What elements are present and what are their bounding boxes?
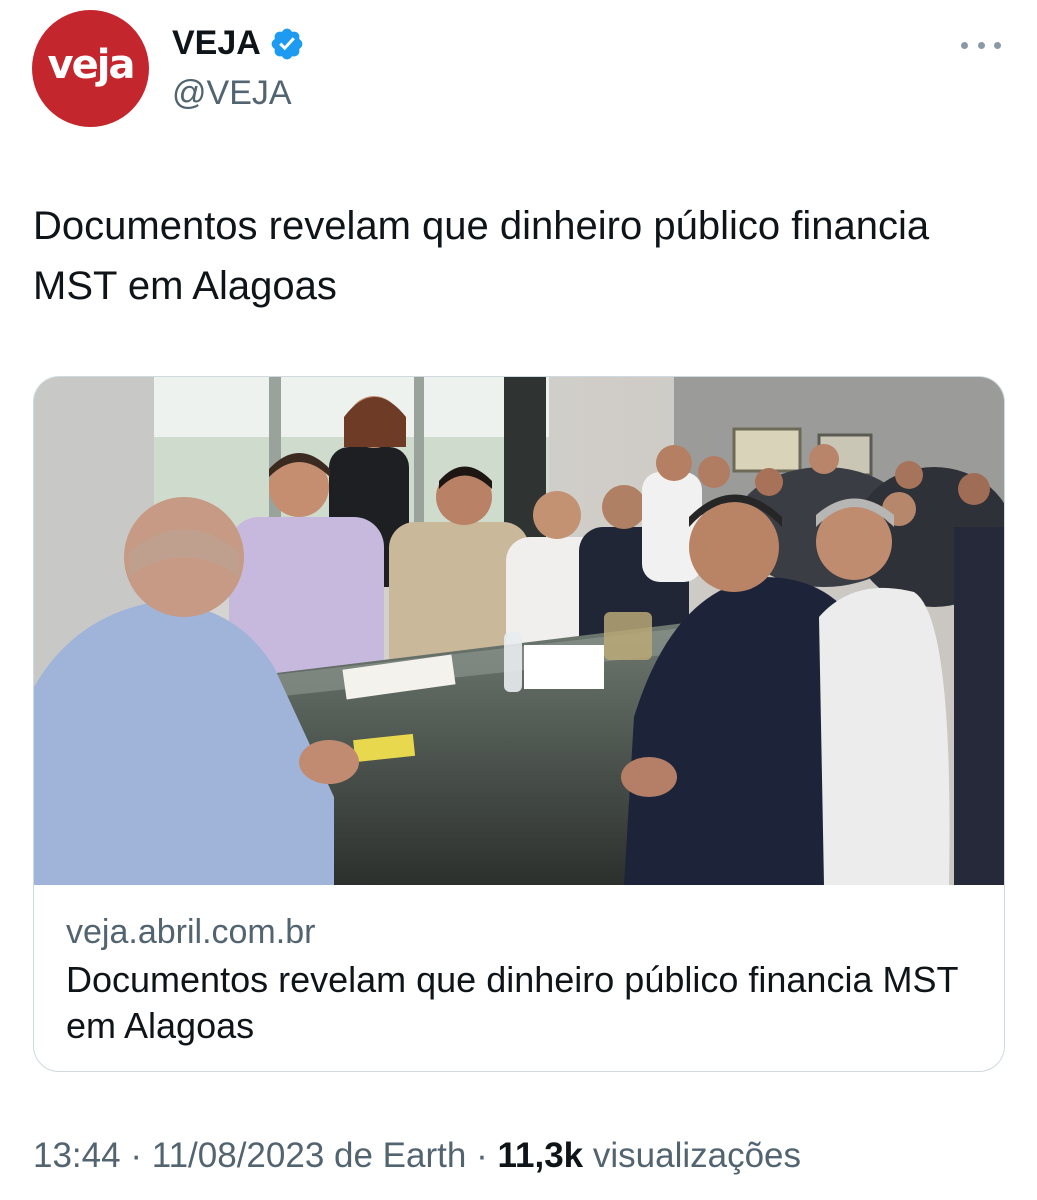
link-card[interactable]: veja.abril.com.br Documentos revelam que…	[33, 376, 1005, 1072]
tweet-meta: 13:44 · 11/08/2023 de Earth · 11,3k visu…	[33, 1136, 801, 1176]
card-domain: veja.abril.com.br	[66, 913, 316, 951]
card-image[interactable]	[34, 377, 1004, 885]
tweet-text: Documentos revelam que dinheiro público …	[33, 204, 930, 308]
more-dot	[961, 41, 968, 49]
tweet-source: de Earth	[334, 1136, 467, 1175]
avatar[interactable]: veja	[32, 10, 149, 127]
meta-separator: ·	[476, 1136, 488, 1175]
tweet-time[interactable]: 13:44	[33, 1136, 121, 1175]
views-count[interactable]: 11,3k	[497, 1136, 583, 1175]
user-handle[interactable]: @VEJA	[172, 74, 292, 113]
tweet: veja VEJA @VEJA Documentos revelam que d…	[0, 0, 1037, 1200]
display-name[interactable]: VEJA	[172, 24, 261, 63]
more-dot	[977, 41, 985, 49]
more-options-icon[interactable]	[961, 30, 1001, 60]
views-label: visualizações	[592, 1136, 802, 1175]
card-title: Documentos revelam que dinheiro público …	[66, 959, 958, 1046]
more-dot	[994, 41, 1001, 49]
meta-separator: ·	[130, 1136, 142, 1175]
verified-badge-icon	[271, 28, 303, 59]
tweet-date[interactable]: 11/08/2023	[152, 1136, 325, 1175]
author-name-row: VEJA	[172, 24, 305, 63]
avatar-logo-text: veja	[47, 41, 136, 88]
